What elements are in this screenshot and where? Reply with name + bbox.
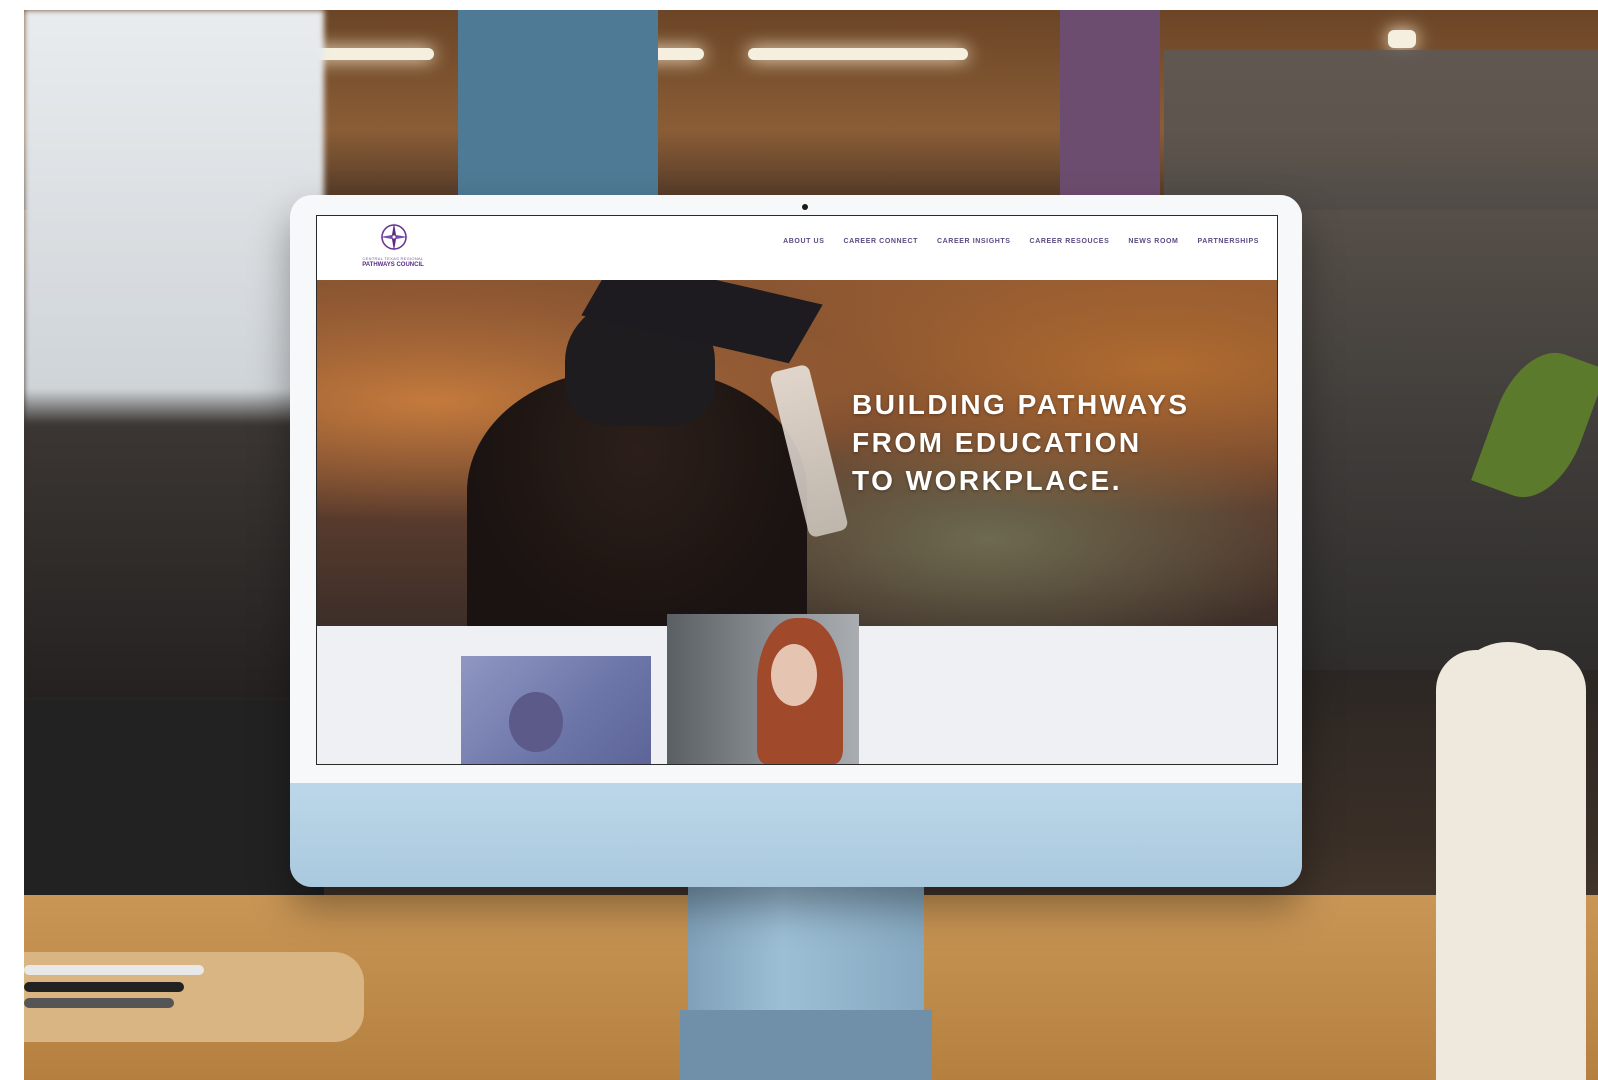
nav-career-connect[interactable]: CAREER CONNECT: [843, 238, 918, 245]
pen: [24, 998, 174, 1008]
blue-pillar: [458, 10, 658, 210]
logo-tagline: CENTRAL TEXAS REGIONAL: [362, 256, 424, 261]
screen-bezel: CENTRAL TEXAS REGIONAL PATHWAYS COUNCIL …: [290, 195, 1302, 783]
hero-headline: BUILDING PATHWAYS FROM EDUCATION TO WORK…: [852, 386, 1272, 500]
hero-banner: BUILDING PATHWAYS FROM EDUCATION TO WORK…: [317, 280, 1277, 626]
imac-monitor: CENTRAL TEXAS REGIONAL PATHWAYS COUNCIL …: [290, 195, 1302, 887]
pen: [24, 982, 184, 992]
nav-partnerships[interactable]: PARTNERSHIPS: [1197, 238, 1259, 245]
man-head: [509, 692, 563, 752]
water-bottle: [1436, 650, 1586, 1080]
photo-man[interactable]: [461, 656, 651, 764]
camera-dot: [802, 204, 808, 210]
logo-name: PATHWAYS COUNCIL: [362, 262, 424, 268]
site-logo[interactable]: CENTRAL TEXAS REGIONAL PATHWAYS COUNCIL: [355, 222, 431, 276]
ceiling-light: [748, 48, 968, 60]
walking-person: [24, 10, 324, 700]
imac-stand-foot: [680, 1010, 932, 1080]
nav-about-us[interactable]: ABOUT US: [783, 238, 824, 245]
main-nav: ABOUT US CAREER CONNECT CAREER INSIGHTS …: [783, 238, 1259, 245]
compass-icon: [380, 223, 408, 251]
photo-woman[interactable]: [667, 614, 859, 764]
ceiling-light: [1388, 30, 1416, 48]
website: CENTRAL TEXAS REGIONAL PATHWAYS COUNCIL …: [316, 215, 1278, 765]
imac-chin: [290, 783, 1302, 887]
pen: [24, 965, 204, 975]
purple-acoustic-panel: [1060, 10, 1160, 200]
nav-news-room[interactable]: NEWS ROOM: [1128, 238, 1178, 245]
hero-line-3: TO WORKPLACE.: [852, 465, 1122, 496]
nav-career-resources[interactable]: CAREER RESOUCES: [1030, 238, 1110, 245]
woman-face: [771, 644, 817, 706]
content-section: [317, 614, 1277, 764]
nav-career-insights[interactable]: CAREER INSIGHTS: [937, 238, 1011, 245]
hero-line-1: BUILDING PATHWAYS: [852, 389, 1190, 420]
site-header: CENTRAL TEXAS REGIONAL PATHWAYS COUNCIL …: [317, 216, 1277, 281]
dark-desk: [24, 700, 324, 910]
hero-line-2: FROM EDUCATION: [852, 427, 1142, 458]
